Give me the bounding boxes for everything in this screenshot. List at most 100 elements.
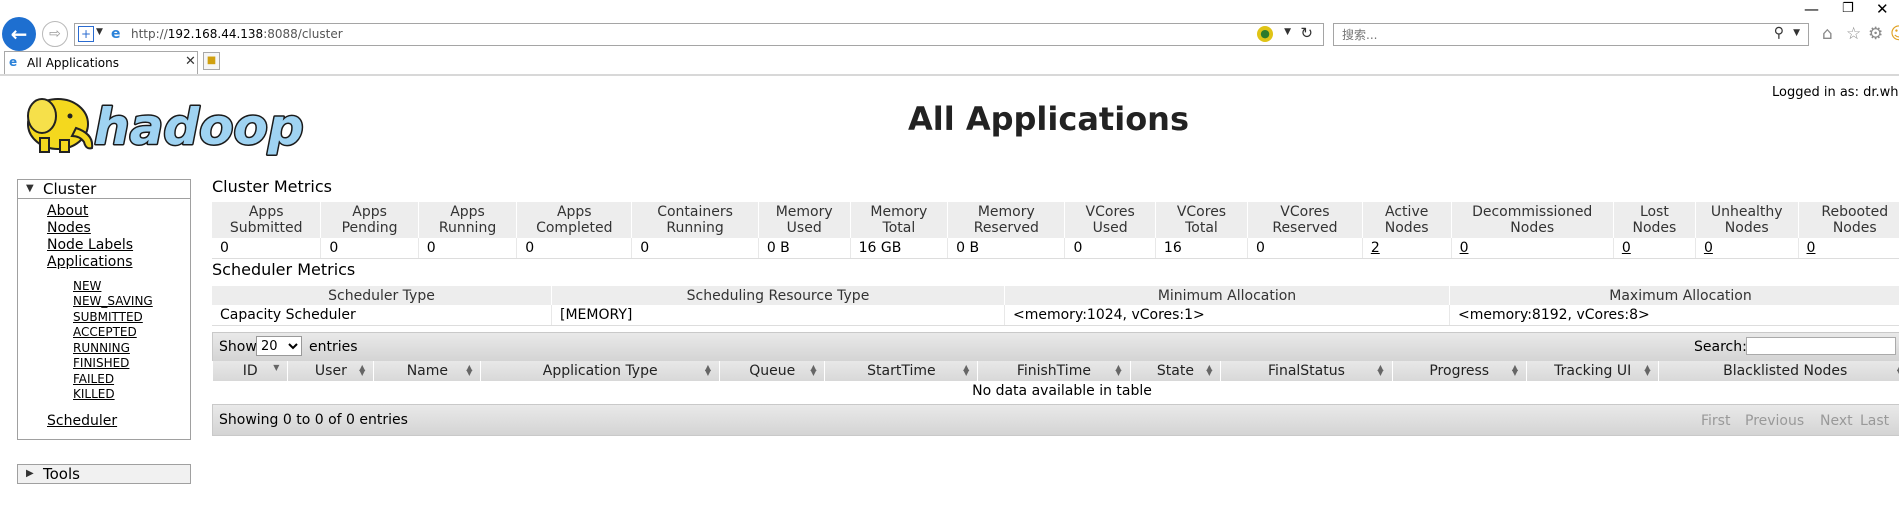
back-button[interactable]: ← xyxy=(2,17,36,51)
tab-close-icon[interactable]: ✕ xyxy=(185,54,196,69)
pagination-last-button[interactable]: Last xyxy=(1860,413,1889,429)
sortable-column-header[interactable]: User ▲ ▼ xyxy=(287,361,375,382)
header-line: Unhealthy xyxy=(1710,204,1783,220)
metric-link[interactable]: 0 xyxy=(1695,238,1799,259)
svg-text:hadoop: hadoop xyxy=(94,98,304,156)
app-state-running[interactable]: RUNNING xyxy=(73,341,130,355)
refresh-icon[interactable]: ↻ xyxy=(1300,24,1313,42)
tab-all-applications[interactable]: e All Applications ✕ xyxy=(4,51,198,74)
close-icon[interactable]: ✕ xyxy=(1876,0,1889,18)
pagination-first-button[interactable]: First xyxy=(1701,413,1730,429)
sidebar-item-about[interactable]: About xyxy=(47,203,88,219)
sortable-column-header[interactable]: ID ▼ xyxy=(211,361,289,382)
header-line: Rebooted xyxy=(1821,204,1889,220)
favorites-star-icon[interactable]: ☆ xyxy=(1846,24,1861,44)
search-icon[interactable]: ⚲ xyxy=(1774,25,1784,41)
sortable-column-header[interactable]: Progress ▲ ▼ xyxy=(1391,361,1527,382)
app-state-failed[interactable]: FAILED xyxy=(73,372,114,386)
metric-value: 0 B xyxy=(758,238,851,259)
browser-search-box[interactable]: ⚲ ▼ xyxy=(1333,23,1809,46)
app-state-new-saving[interactable]: NEW_SAVING xyxy=(73,294,153,308)
new-tab-button[interactable]: ■ xyxy=(203,52,220,70)
sortable-column-header[interactable]: Tracking UI ▲ ▼ xyxy=(1525,361,1660,382)
sidebar-section-tools[interactable]: ▶ Tools xyxy=(17,464,191,484)
column-header: Apps Pending xyxy=(320,202,419,238)
sortable-column-header[interactable]: Application Type ▲ ▼ xyxy=(480,361,720,382)
address-url[interactable]: http://192.168.44.138:8088/cluster xyxy=(131,27,343,41)
address-bar[interactable]: + ▼ e http://192.168.44.138:8088/cluster… xyxy=(74,23,1324,46)
metric-link[interactable]: 0 xyxy=(1451,238,1614,259)
sortable-column-header[interactable]: State ▲ ▼ xyxy=(1129,361,1222,382)
column-header: Containers Running xyxy=(631,202,759,238)
header-line: Nodes xyxy=(1632,220,1677,236)
sidebar-item-nodes[interactable]: Nodes xyxy=(47,220,91,236)
feedback-smiley-icon[interactable]: ☺ xyxy=(1890,24,1899,44)
minimize-icon[interactable]: — xyxy=(1804,0,1819,18)
sortable-column-header[interactable]: FinalStatus ▲ ▼ xyxy=(1220,361,1393,382)
applications-table: ID ▼ User ▲ ▼ Name ▲ ▼ Application Type ▲ ▼ Queue ▲ ▼… xyxy=(211,361,1899,400)
column-header: Minimum Allocation xyxy=(1004,286,1450,305)
ie-page-icon: e xyxy=(111,26,121,42)
sidebar-item-scheduler[interactable]: Scheduler xyxy=(47,413,117,429)
sort-both-icon: ▲▼ xyxy=(466,363,473,377)
app-state-new[interactable]: NEW xyxy=(73,279,101,293)
app-state-killed[interactable]: KILLED xyxy=(73,387,115,401)
column-header: Decommissioned Nodes xyxy=(1451,202,1614,238)
header-line: Memory xyxy=(775,204,833,220)
gear-icon[interactable]: ⚙ xyxy=(1868,24,1883,44)
sidebar-item-applications[interactable]: Applications xyxy=(47,254,133,270)
table-info: Showing 0 to 0 of 0 entries xyxy=(219,412,408,428)
header-line: VCores xyxy=(1085,204,1135,220)
app-state-submitted[interactable]: SUBMITTED xyxy=(73,310,143,324)
metric-link[interactable]: 0 xyxy=(1798,238,1899,259)
header-line: Submitted xyxy=(229,220,303,236)
header-line: Running xyxy=(666,220,724,236)
chevron-down-icon[interactable]: ▼ xyxy=(96,27,103,37)
metric-link[interactable]: 2 xyxy=(1362,238,1452,259)
column-header-label: FinishTime xyxy=(1016,363,1091,379)
metric-value: 0 xyxy=(320,238,419,259)
column-header: Apps Running xyxy=(418,202,518,238)
sidebar-section-cluster[interactable]: ▼ Cluster xyxy=(17,179,191,199)
address-dropdown-icon[interactable]: ▼ xyxy=(1284,27,1291,37)
column-header: Rebooted Nodes xyxy=(1798,202,1899,238)
search-dropdown-icon[interactable]: ▼ xyxy=(1793,28,1800,38)
security-shield-icon[interactable]: + xyxy=(78,26,94,42)
url-prefix: http:// xyxy=(131,27,168,41)
sidebar-item-node-labels[interactable]: Node Labels xyxy=(47,237,133,253)
metric-link[interactable]: 0 xyxy=(1613,238,1696,259)
pagination-next-button[interactable]: Next xyxy=(1820,413,1853,429)
metric-value: 16 xyxy=(1155,238,1249,259)
sortable-column-header[interactable]: Blacklisted Nodes▲▼ xyxy=(1658,361,1899,382)
header-line: Apps xyxy=(352,204,387,220)
header-line: Apps xyxy=(556,204,592,220)
pagination-previous-button[interactable]: Previous xyxy=(1745,413,1804,429)
restore-icon[interactable]: ❐ xyxy=(1842,1,1854,16)
cluster-metrics-title: Cluster Metrics xyxy=(212,177,332,196)
column-header-label: Blacklisted Nodes xyxy=(1723,363,1848,379)
home-icon[interactable]: ⌂ xyxy=(1822,24,1833,44)
sortable-column-header[interactable]: StartTime ▲ ▼ xyxy=(824,361,979,382)
app-state-accepted[interactable]: ACCEPTED xyxy=(73,325,137,339)
table-search-input[interactable] xyxy=(1746,337,1896,355)
compatibility-icon[interactable]: ● xyxy=(1257,26,1273,42)
table-cell: [MEMORY] xyxy=(551,305,1005,326)
column-header: Memory Reserved xyxy=(947,202,1066,238)
column-header-label: User xyxy=(314,363,347,379)
sortable-column-header[interactable]: FinishTime ▲ ▼ xyxy=(977,361,1131,382)
entries-per-page-select[interactable]: 20 xyxy=(256,336,302,356)
column-header-label: Progress xyxy=(1429,363,1490,379)
header-line: Nodes xyxy=(1510,220,1555,236)
tab-label: All Applications xyxy=(27,56,119,70)
table-cell: <memory:8192, vCores:8> xyxy=(1449,305,1899,326)
browser-search-input[interactable] xyxy=(1340,27,1724,43)
sortable-column-header[interactable]: Name ▲ ▼ xyxy=(373,361,482,382)
hadoop-logo[interactable]: hadoop hadoop xyxy=(20,86,318,156)
header-line: Running xyxy=(438,220,497,236)
app-state-finished[interactable]: FINISHED xyxy=(73,356,129,370)
column-header: Maximum Allocation xyxy=(1449,286,1899,305)
sort-both-icon: ▲▼ xyxy=(963,363,970,377)
sortable-column-header[interactable]: Queue ▲ ▼ xyxy=(718,361,826,382)
column-header-label: FinalStatus xyxy=(1268,363,1345,379)
forward-button[interactable]: ⇨ xyxy=(42,21,68,47)
